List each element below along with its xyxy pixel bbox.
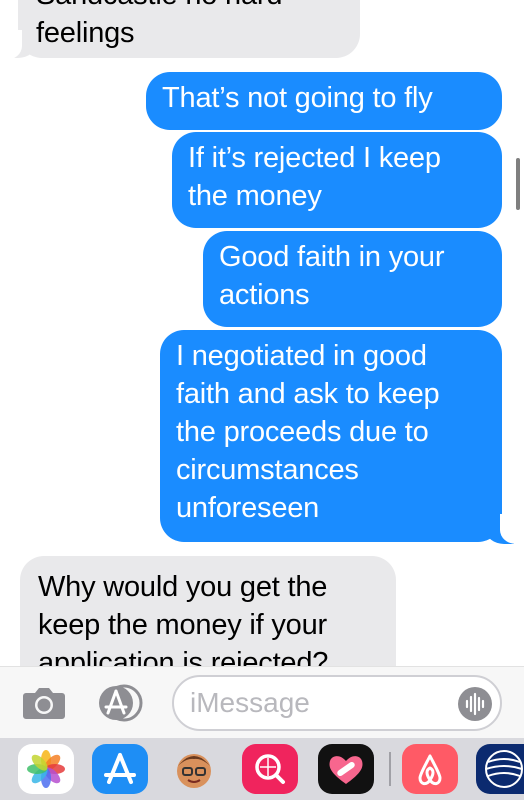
united-app-icon[interactable] [476, 744, 524, 794]
imessage-field[interactable] [172, 675, 502, 731]
app-drawer [0, 738, 524, 800]
audio-message-button[interactable] [458, 687, 492, 721]
camera-button[interactable] [20, 683, 68, 723]
heart-app-icon[interactable] [318, 744, 374, 794]
scroll-indicator[interactable] [516, 158, 520, 210]
app-drawer-divider [389, 752, 391, 786]
memoji-app-icon[interactable] [166, 744, 222, 794]
message-thread[interactable]: Sandcastle no hard feelings That’s not g… [0, 0, 524, 666]
camera-icon [23, 688, 65, 719]
audio-waveform-icon [465, 692, 485, 716]
outgoing-message[interactable]: Good faith in your actions [203, 231, 502, 327]
incoming-message[interactable]: Why would you get the keep the money if … [20, 556, 396, 666]
message-input[interactable] [190, 685, 450, 721]
message-composer [0, 666, 524, 738]
app-store-button[interactable] [96, 683, 146, 723]
incoming-message[interactable]: Sandcastle no hard feelings [18, 0, 360, 58]
outgoing-message[interactable]: I negotiated in good faith and ask to ke… [160, 330, 502, 542]
outgoing-message[interactable]: That’s not going to fly [146, 72, 502, 130]
search-app-icon[interactable] [242, 744, 298, 794]
app-store-app-icon[interactable] [92, 744, 148, 794]
photos-app-icon[interactable] [18, 744, 74, 794]
app-store-icon [99, 684, 143, 722]
airbnb-app-icon[interactable] [402, 744, 458, 794]
outgoing-message[interactable]: If it’s rejected I keep the money [172, 132, 502, 228]
